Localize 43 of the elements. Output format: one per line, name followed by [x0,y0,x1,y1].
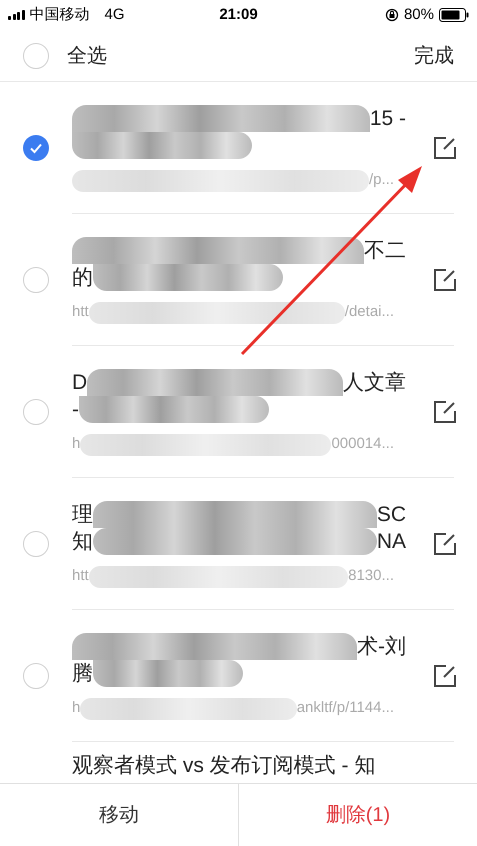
battery-icon [439,8,469,22]
url-fragment: ankltf/p/1144... [296,698,394,718]
title-fragment: SC [376,502,406,528]
url-fragment: h [72,434,80,454]
url-fragment: /detai... [344,302,394,322]
url-fragment: h [72,698,80,718]
item-checkbox[interactable] [23,135,49,161]
clock: 21:09 [219,4,258,25]
title-fragment: 人文章 [343,370,406,396]
done-button[interactable]: 完成 [414,40,454,70]
title-fragment: D [72,370,88,396]
select-all-checkbox[interactable] [23,42,49,68]
item-title: 观察者模式 vs 发布订阅模式 - 知 [72,754,376,778]
url-fragment: 8130... [348,566,394,586]
title-fragment: NA [376,528,406,554]
rotation-lock-icon [384,8,399,22]
edit-icon[interactable] [432,662,458,688]
title-fragment: 术-刘 [357,634,406,660]
network-label: 4G [104,4,125,25]
url-fragment: htt [72,302,89,322]
item-checkbox[interactable] [23,663,49,689]
title-fragment: 的 [72,264,93,290]
edit-icon[interactable] [432,266,458,292]
item-checkbox[interactable] [23,399,49,425]
title-fragment: 15 - [370,106,406,132]
title-fragment: 腾 [72,660,93,686]
edit-icon[interactable] [432,134,458,160]
url-fragment: htt [72,566,89,586]
select-all-label: 全选 [67,44,107,68]
title-fragment: - [72,396,79,422]
checkmark-icon [29,141,43,155]
signal-icon [8,10,24,20]
edit-icon[interactable] [432,398,458,424]
carrier-label: 中国移动 [30,4,90,25]
title-fragment: 理 [72,502,93,528]
url-fragment: 000014... [331,434,394,454]
title-fragment: 不二 [364,238,406,264]
battery-percent: 80% [404,4,434,25]
item-checkbox[interactable] [23,267,49,293]
url-fragment: /p... [368,170,394,190]
item-checkbox[interactable] [23,531,49,557]
edit-icon[interactable] [432,530,458,556]
title-fragment: 知 [72,528,93,554]
